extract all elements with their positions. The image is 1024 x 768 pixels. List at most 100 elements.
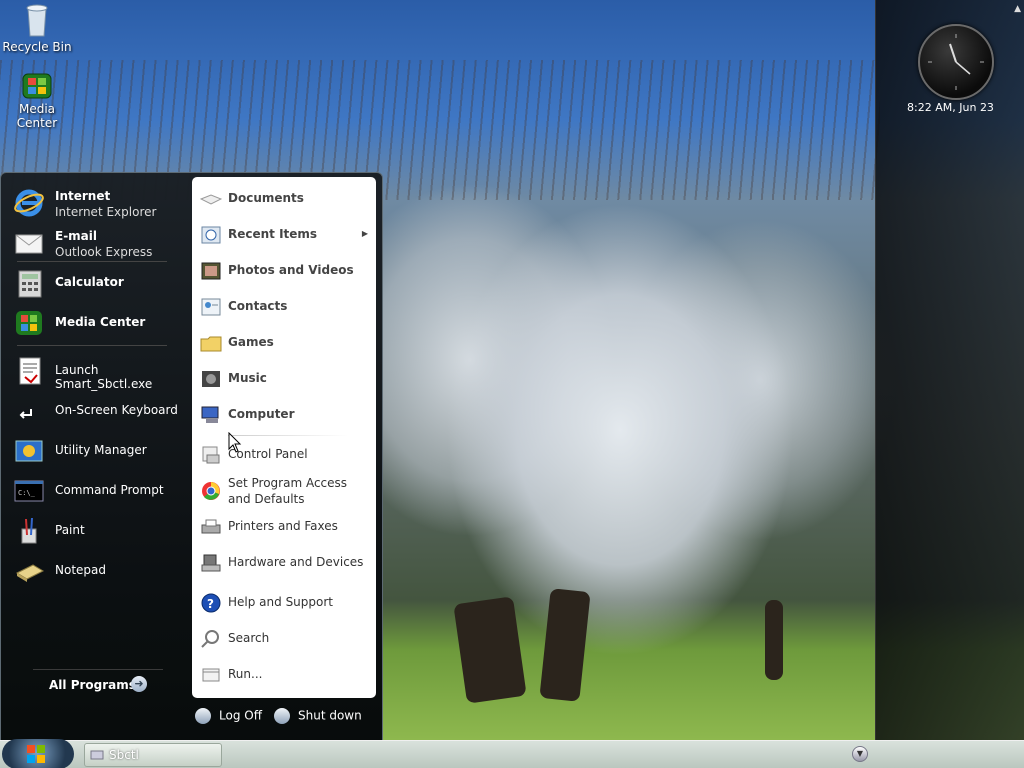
recycle-bin-label: Recycle Bin [2,40,72,54]
media-center-label: Media Center [16,102,58,130]
clock-text: 8:22 AM, Jun 23 [907,101,994,114]
menu-games-label: Games [228,335,274,349]
start-menu-left-pane: Internet Internet Explorer E-mail Outloo… [3,177,189,737]
recent-paint-label: Paint [55,523,85,537]
menu-help-and-support-label: Help and Support [228,595,333,609]
recent-utility-manager-label: Utility Manager [55,443,147,457]
menu-documents[interactable]: Documents [198,183,374,213]
photos-icon [201,262,221,280]
recent-calculator[interactable]: Calculator [11,263,189,303]
utility-manager-icon [15,440,43,462]
recent-command-prompt[interactable]: C:\_ Command Prompt [11,471,189,511]
pinned-email-subtitle: Outlook Express [55,245,153,259]
taskbar: Sbctl ▼ [0,739,1024,768]
menu-printers-and-faxes[interactable]: Printers and Faxes [198,511,374,541]
menu-run[interactable]: Run... [198,659,374,689]
power-controls: Log Off Shut down [192,704,380,734]
run-icon [202,668,220,682]
menu-hardware-and-devices-label: Hardware and Devices [228,555,364,569]
program-access-icon [202,482,220,500]
menu-recent-items-label: Recent Items [228,227,318,241]
shut-down-button[interactable]: Shut down [274,708,362,724]
recent-launch-smart-sbctl[interactable]: Launch Smart_Sbctl.exe [11,351,189,391]
document-icon [19,357,41,385]
recent-media-center[interactable]: Media Center [11,303,189,343]
printer-icon [201,519,221,534]
shut-down-label: Shut down [298,708,362,723]
hardware-icon [201,554,221,572]
help-icon: ? [201,593,221,613]
arrow-right-icon: ➜ [131,676,147,692]
menu-recent-items[interactable]: Recent Items ▶ [198,219,374,249]
keyboard-icon [19,409,32,419]
pinned-internet[interactable]: Internet Internet Explorer [11,183,189,223]
menu-hardware-and-devices[interactable]: Hardware and Devices [198,547,374,577]
recent-media-center-label: Media Center [55,315,146,329]
recent-command-prompt-label: Command Prompt [55,483,164,497]
menu-contacts-label: Contacts [228,299,288,313]
pinned-email[interactable]: E-mail Outlook Express [11,223,189,263]
svg-text:C:\_: C:\_ [18,489,36,497]
svg-text:?: ? [207,597,214,611]
menu-help-and-support[interactable]: ? Help and Support [198,587,374,617]
music-icon [202,371,220,387]
separator [17,345,167,346]
taskbar-item-sbctl[interactable]: Sbctl [84,743,222,767]
games-icon [200,336,222,352]
separator [228,435,348,436]
media-center-desktop-icon[interactable]: Media Center [0,72,77,130]
email-icon [15,234,43,254]
menu-music-label: Music [228,371,267,385]
menu-photos-and-videos[interactable]: Photos and Videos [198,255,374,285]
pinned-email-title: E-mail [55,229,98,243]
sidebar-arrow-icon[interactable]: ▲ [1014,4,1021,14]
recent-on-screen-keyboard[interactable]: On-Screen Keyboard [11,391,189,431]
start-menu: Internet Internet Explorer E-mail Outloo… [0,172,383,742]
menu-run-label: Run... [228,667,263,681]
recycle-bin-desktop-icon[interactable]: Recycle Bin [0,2,77,54]
menu-computer[interactable]: Computer [198,399,374,429]
search-icon [201,630,219,648]
taskbar-item-sbctl-label: Sbctl [109,748,139,762]
clock-gadget[interactable] [918,24,994,100]
recent-items-icon [201,226,221,244]
start-button[interactable] [2,739,74,768]
menu-set-program-access-label: Set Program Access and Defaults [228,476,348,506]
tree-trunk [539,588,591,702]
recent-paint[interactable]: Paint [11,511,189,551]
recent-notepad[interactable]: Notepad [11,551,189,591]
menu-control-panel[interactable]: Control Panel [198,439,374,469]
calculator-icon [18,270,42,298]
recycle-bin-icon [26,4,48,37]
separator [17,261,167,262]
menu-set-program-access[interactable]: Set Program Access and Defaults [198,475,374,509]
desktop[interactable]: Recycle Bin Media Center ▲ 8:22 AM, Jun … [0,0,1024,768]
sidebar: ▲ 8:22 AM, Jun 23 [875,0,1024,740]
media-center-icon [22,73,52,99]
menu-documents-label: Documents [228,191,304,205]
show-hidden-icons-button[interactable]: ▼ [852,746,868,762]
menu-music[interactable]: Music [198,363,374,393]
mouse-cursor-icon [228,432,242,453]
paint-icon [21,517,37,544]
windows-logo-icon [27,745,45,763]
documents-icon [200,194,222,205]
menu-printers-and-faxes-label: Printers and Faxes [228,519,338,533]
all-programs-button[interactable]: All Programs ➜ [33,669,163,700]
power-icon [274,708,290,724]
start-menu-right-pane: Documents Recent Items ▶ Photos and Vide… [192,177,376,698]
log-off-button[interactable]: Log Off [195,708,262,724]
tree-trunk [453,596,527,704]
recent-utility-manager[interactable]: Utility Manager [11,431,189,471]
menu-search[interactable]: Search [198,623,374,653]
menu-search-label: Search [228,631,270,645]
notepad-icon [15,564,45,582]
pinned-internet-subtitle: Internet Explorer [55,205,157,219]
menu-games[interactable]: Games [198,327,374,357]
internet-explorer-icon [14,189,44,217]
control-panel-icon [202,446,220,464]
menu-contacts[interactable]: Contacts [198,291,374,321]
menu-computer-label: Computer [228,407,295,421]
recent-notepad-label: Notepad [55,563,106,577]
recent-launch-smart-sbctl-label: Launch Smart_Sbctl.exe [55,363,153,391]
